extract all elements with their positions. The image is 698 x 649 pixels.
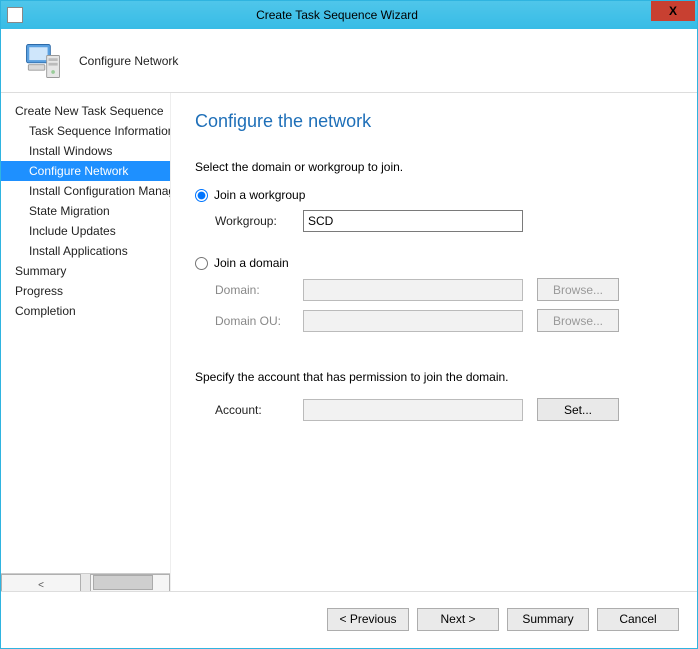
cancel-button[interactable]: Cancel (597, 608, 679, 631)
header-title: Configure Network (79, 54, 178, 68)
next-button[interactable]: Next > (417, 608, 499, 631)
page-heading: Configure the network (195, 111, 673, 132)
sidebar-item[interactable]: Completion (1, 301, 170, 321)
join-workgroup-option[interactable]: Join a workgroup (195, 188, 673, 202)
account-instruction: Specify the account that has permission … (195, 370, 673, 384)
sidebar-item[interactable]: Progress (1, 281, 170, 301)
app-icon (7, 7, 23, 23)
join-workgroup-label[interactable]: Join a workgroup (214, 188, 305, 202)
sidebar-item[interactable]: Install Configuration Manager (1, 181, 170, 201)
set-account-button[interactable]: Set... (537, 398, 619, 421)
sidebar-item[interactable]: Task Sequence Information (1, 121, 170, 141)
domain-ou-field-label: Domain OU: (195, 314, 303, 328)
wizard-body: Create New Task SequenceTask Sequence In… (1, 93, 697, 591)
instruction-text: Select the domain or workgroup to join. (195, 160, 673, 174)
workgroup-input[interactable] (303, 210, 523, 232)
sidebar-item[interactable]: Include Updates (1, 221, 170, 241)
sidebar-item[interactable]: State Migration (1, 201, 170, 221)
domain-input (303, 279, 523, 301)
join-workgroup-radio[interactable] (195, 189, 208, 202)
account-field-label: Account: (195, 403, 303, 417)
wizard-content: Configure the network Select the domain … (171, 93, 697, 591)
sidebar-scrollbar[interactable]: < > (1, 573, 170, 591)
computer-icon (21, 39, 65, 83)
close-button[interactable]: X (651, 1, 695, 21)
previous-button[interactable]: < Previous (327, 608, 409, 631)
sidebar-item[interactable]: Install Windows (1, 141, 170, 161)
wizard-sidebar: Create New Task SequenceTask Sequence In… (1, 93, 171, 591)
domain-ou-browse-button: Browse... (537, 309, 619, 332)
workgroup-field-label: Workgroup: (195, 214, 303, 228)
join-domain-option[interactable]: Join a domain (195, 256, 673, 270)
scroll-thumb[interactable] (93, 575, 153, 590)
domain-field-label: Domain: (195, 283, 303, 297)
summary-button[interactable]: Summary (507, 608, 589, 631)
title-bar: Create Task Sequence Wizard X (1, 1, 697, 29)
join-domain-label[interactable]: Join a domain (214, 256, 289, 270)
domain-ou-input (303, 310, 523, 332)
sidebar-item[interactable]: Configure Network (1, 161, 170, 181)
scroll-track[interactable] (81, 574, 90, 591)
close-icon: X (669, 4, 677, 18)
join-domain-radio[interactable] (195, 257, 208, 270)
sidebar-item[interactable]: Summary (1, 261, 170, 281)
sidebar-item[interactable]: Install Applications (1, 241, 170, 261)
window-title: Create Task Sequence Wizard (23, 8, 651, 22)
wizard-footer: < Previous Next > Summary Cancel (1, 591, 697, 646)
wizard-header: Configure Network (1, 29, 697, 93)
account-input (303, 399, 523, 421)
scroll-left-button[interactable]: < (1, 574, 81, 591)
sidebar-item[interactable]: Create New Task Sequence (1, 101, 170, 121)
domain-browse-button: Browse... (537, 278, 619, 301)
